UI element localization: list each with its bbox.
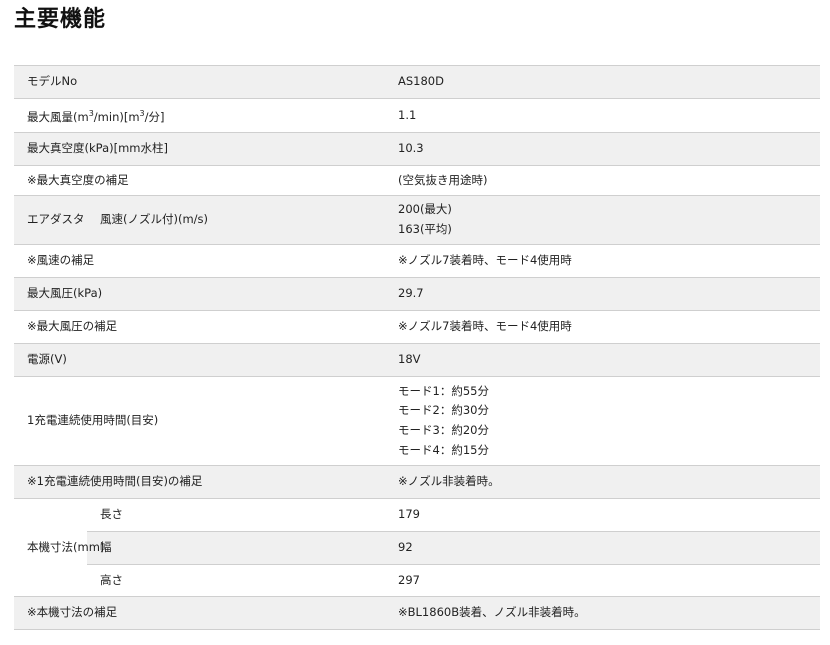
row-label: 電源(V) xyxy=(14,343,385,377)
row-label: 最大風量(m3/min)[m3/分] xyxy=(14,98,385,133)
row-value: 18V xyxy=(385,343,820,377)
table-row-dimension-height: 高さ 297 xyxy=(14,564,820,597)
row-value: 297 xyxy=(385,564,820,597)
row-label: 本機寸法(mm) xyxy=(14,498,104,597)
row-sublabel: 幅 xyxy=(87,531,385,565)
row-sublabel: 高さ xyxy=(87,564,385,597)
row-value: AS180D xyxy=(385,65,820,99)
row-label: モデルNo xyxy=(14,65,160,99)
row-sublabel: 風速(ノズル付)(m/s) xyxy=(87,195,385,245)
value-line: モード1：約55分 xyxy=(398,383,489,398)
row-value: ※ノズル7装着時、モード4使用時 xyxy=(385,310,820,344)
row-value: 200(最大) 163(平均) xyxy=(385,195,820,245)
table-row-runtime-note: ※1充電連続使用時間(目安)の補足 ※ノズル非装着時。 xyxy=(14,465,820,499)
row-value: ※ノズル非装着時。 xyxy=(385,465,820,499)
row-label: 最大真空度(kPa)[mm水柱] xyxy=(14,132,385,166)
row-label: ※最大風圧の補足 xyxy=(14,310,385,344)
row-value: モード1：約55分 モード2：約30分 モード3：約20分 モード4：約15分 xyxy=(385,376,820,466)
row-label: ※1充電連続使用時間(目安)の補足 xyxy=(14,465,385,499)
table-row-pressure: 最大風圧(kPa) 29.7 xyxy=(14,277,820,311)
row-label: ※本機寸法の補足 xyxy=(14,596,385,630)
table-row-airflow: 最大風量(m3/min)[m3/分] 1.1 xyxy=(14,98,820,133)
table-row-dimension-length: 本機寸法(mm) 長さ 179 xyxy=(14,498,820,597)
value-line: 163(平均) xyxy=(398,222,452,236)
row-value: 92 xyxy=(385,531,820,565)
row-sublabel: 長さ xyxy=(87,498,385,532)
row-value: 10.3 xyxy=(385,132,820,166)
value-line: モード2：約30分 xyxy=(398,403,489,418)
row-value: 1.1 xyxy=(385,98,820,133)
row-value: 29.7 xyxy=(385,277,820,311)
table-row-voltage: 電源(V) 18V xyxy=(14,343,820,377)
table-row-air-duster: エアダスタ 風速(ノズル付)(m/s) 200(最大) 163(平均) xyxy=(14,195,820,245)
row-label: 最大風圧(kPa) xyxy=(14,277,385,311)
row-label: ※風速の補足 xyxy=(14,244,385,278)
table-row-model: モデルNo AS180D xyxy=(14,65,820,99)
page-title: 主要機能 xyxy=(14,7,107,32)
row-label: 1充電連続使用時間(目安) xyxy=(14,376,385,466)
table-row-vacuum: 最大真空度(kPa)[mm水柱] 10.3 xyxy=(14,132,820,166)
table-row-pressure-note: ※最大風圧の補足 ※ノズル7装着時、モード4使用時 xyxy=(14,310,820,344)
row-label: ※最大真空度の補足 xyxy=(14,165,385,196)
value-line: モード3：約20分 xyxy=(398,423,489,437)
row-value: ※BL1860B装着、ノズル非装着時。 xyxy=(385,596,820,630)
row-value: 179 xyxy=(385,498,820,532)
row-label: エアダスタ xyxy=(14,195,87,245)
table-row-vacuum-note: ※最大真空度の補足 (空気抜き用途時) xyxy=(14,165,820,196)
value-line: モード4：約15分 xyxy=(398,442,489,457)
row-value: (空気抜き用途時) xyxy=(385,165,820,196)
value-line: 200(最大) xyxy=(398,202,452,217)
row-value: ※ノズル7装着時、モード4使用時 xyxy=(385,244,820,278)
table-row-dimensions-note: ※本機寸法の補足 ※BL1860B装着、ノズル非装着時。 xyxy=(14,596,820,630)
table-row-speed-note: ※風速の補足 ※ノズル7装着時、モード4使用時 xyxy=(14,244,820,278)
table-row-runtime: 1充電連続使用時間(目安) モード1：約55分 モード2：約30分 モード3：約… xyxy=(14,376,820,466)
spec-table: モデルNo AS180D 最大風量(m3/min)[m3/分] 1.1 最大真空… xyxy=(14,65,820,630)
table-row-dimension-width: 幅 92 xyxy=(14,531,820,565)
